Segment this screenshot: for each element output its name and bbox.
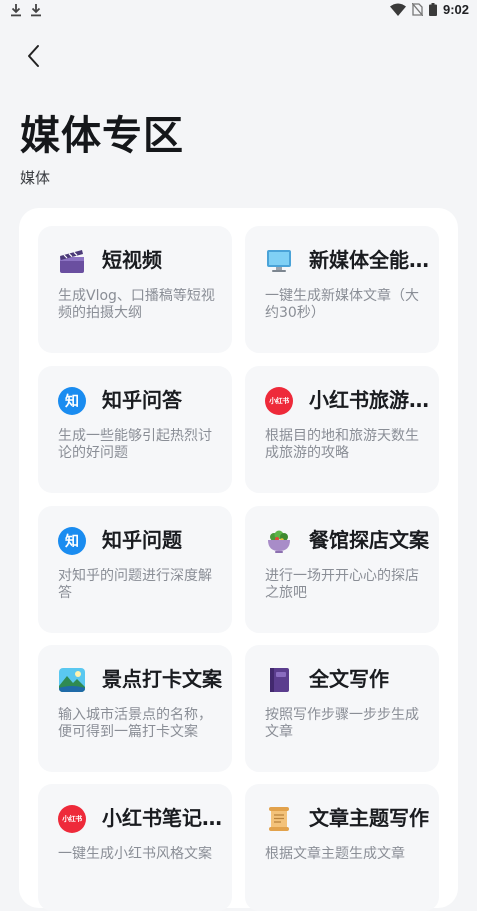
page-title: 媒体专区	[20, 113, 184, 159]
tool-card-short-video[interactable]: 短视频 生成Vlog、口播稿等短视频的拍摄大纲	[38, 226, 232, 353]
no-sim-icon	[411, 3, 423, 16]
monitor-icon	[267, 250, 291, 272]
tool-card-zhihu-question[interactable]: 知 知乎问题 对知乎的问题进行深度解答	[38, 506, 232, 633]
scroll-icon	[269, 807, 289, 831]
card-title: 知乎问答	[102, 388, 182, 412]
tool-card-scenic-checkin[interactable]: 景点打卡文案 输入城市活景点的名称，便可得到一篇打卡文案	[38, 645, 232, 772]
back-button[interactable]	[18, 40, 50, 72]
card-description: 生成Vlog、口播稿等短视频的拍摄大纲	[58, 288, 215, 321]
page-subtitle: 媒体	[20, 169, 51, 187]
card-title: 知乎问题	[102, 528, 182, 552]
xiaohongshu-logo-icon: 小红书	[58, 805, 86, 833]
card-description: 进行一场开开心心的探店之旅吧	[265, 568, 419, 601]
download-icon	[11, 4, 21, 17]
card-description: 一键生成新媒体文章（大约30秒）	[265, 288, 419, 321]
card-description: 根据目的地和旅游天数生成旅游的攻略	[265, 428, 419, 461]
card-title: 小红书旅游攻略	[309, 388, 429, 412]
battery-icon	[428, 3, 437, 16]
salad-bowl-icon	[268, 530, 290, 553]
card-title: 餐馆探店文案	[309, 528, 429, 552]
tools-panel: 短视频 生成Vlog、口播稿等短视频的拍摄大纲 新媒体全能写作 一键生成新媒体文…	[19, 208, 458, 911]
card-title: 新媒体全能写作	[309, 248, 429, 272]
wifi-icon	[389, 3, 406, 16]
tool-card-full-writing[interactable]: 全文写作 按照写作步骤一步步生成文章	[245, 645, 439, 772]
card-description: 生成一些能够引起热烈讨论的好问题	[58, 428, 212, 461]
card-title: 全文写作	[309, 667, 389, 691]
download-icon	[31, 4, 41, 17]
chevron-left-icon	[28, 45, 39, 67]
card-description: 一键生成小红书风格文案	[58, 846, 212, 862]
card-title: 景点打卡文案	[102, 667, 222, 691]
card-title: 短视频	[102, 248, 162, 272]
tool-card-xiaohongshu-travel[interactable]: 小红书 小红书旅游攻略 根据目的地和旅游天数生成旅游的攻略	[245, 366, 439, 493]
card-description: 按照写作步骤一步步生成文章	[265, 707, 419, 740]
clock-time: 9:02	[442, 2, 469, 17]
tool-card-zhihu-qa[interactable]: 知 知乎问答 生成一些能够引起热烈讨论的好问题	[38, 366, 232, 493]
zhihu-logo-icon: 知	[58, 387, 86, 415]
card-title: 小红书笔记文案	[102, 806, 222, 830]
status-left	[10, 3, 42, 17]
xiaohongshu-logo-icon: 小红书	[265, 387, 293, 415]
zhihu-logo-icon: 知	[58, 527, 86, 555]
card-title: 文章主题写作	[309, 806, 429, 830]
notebook-icon	[270, 668, 289, 692]
card-description: 根据文章主题生成文章	[265, 846, 405, 862]
status-bar: 9:02	[0, 0, 477, 22]
tool-card-restaurant[interactable]: 餐馆探店文案 进行一场开开心心的探店之旅吧	[245, 506, 439, 633]
card-description: 对知乎的问题进行深度解答	[58, 568, 212, 601]
landscape-icon	[59, 668, 85, 692]
card-description: 输入城市活景点的名称，便可得到一篇打卡文案	[58, 707, 212, 740]
clapperboard-icon	[60, 250, 84, 273]
tool-card-new-media[interactable]: 新媒体全能写作 一键生成新媒体文章（大约30秒）	[245, 226, 439, 353]
status-right: 9:02	[389, 2, 469, 17]
